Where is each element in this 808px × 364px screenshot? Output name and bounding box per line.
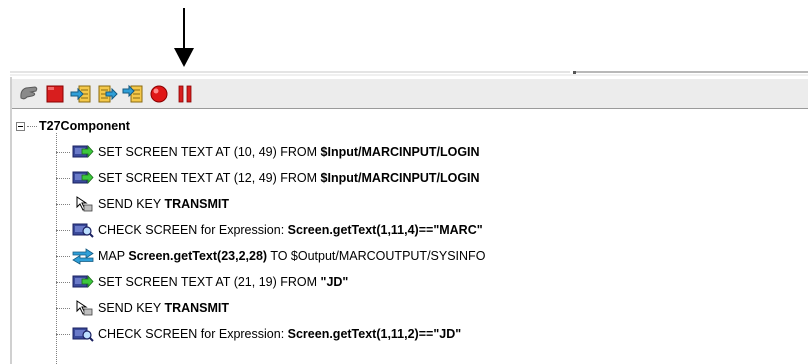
component-tree: T27Component SET SCREEN TEXT AT (10, 49)… <box>12 111 808 364</box>
step-over-button[interactable] <box>96 83 118 105</box>
tree-row[interactable]: SET SCREEN TEXT AT (10, 49) FROM $Input/… <box>56 139 480 165</box>
step-over-icon <box>98 85 118 102</box>
debug-toolbar <box>12 79 808 109</box>
check-screen-icon <box>72 325 94 343</box>
tree-connector <box>56 177 70 179</box>
tree-connector <box>56 281 70 283</box>
stop-icon <box>46 85 64 102</box>
row-text: SET SCREEN TEXT AT (21, 19) FROM <box>98 275 321 289</box>
pointer-icon <box>20 85 38 99</box>
row-text: MAP <box>98 249 129 263</box>
tree-row[interactable]: CHECK SCREEN for Expression: Screen.getT… <box>56 321 461 347</box>
record-icon <box>150 85 168 102</box>
collapse-toggle[interactable] <box>16 121 25 131</box>
row-bold-text: $Input/MARCINPUT/LOGIN <box>320 145 480 159</box>
step-into-icon <box>70 85 91 102</box>
tree-root[interactable]: T27Component <box>16 117 130 135</box>
tree-connector <box>56 255 70 257</box>
tree-connector <box>27 125 37 127</box>
tree-connector <box>56 151 70 153</box>
row-bold-text: "JD" <box>320 275 349 289</box>
send-key-icon <box>72 299 94 317</box>
set-screen-icon <box>72 143 94 161</box>
check-screen-icon <box>72 221 94 239</box>
step-out-icon <box>122 84 143 102</box>
stop-button[interactable] <box>44 83 66 105</box>
step-into-button[interactable] <box>70 83 92 105</box>
row-text: CHECK SCREEN for Expression: <box>98 223 288 237</box>
row-bold-text: Screen.getText(1,11,2)=="JD" <box>287 327 462 341</box>
row-bold-text: TRANSMIT <box>164 197 230 211</box>
pause-button[interactable] <box>174 83 196 105</box>
set-screen-icon <box>72 273 94 291</box>
tree-row[interactable]: SEND KEY TRANSMIT <box>56 191 229 217</box>
tree-connector <box>56 229 70 231</box>
tree-row[interactable]: SET SCREEN TEXT AT (21, 19) FROM "JD" <box>56 269 348 295</box>
tree-row[interactable]: MAP Screen.getText(23,2,28) TO $Output/M… <box>56 243 485 269</box>
row-text: SET SCREEN TEXT AT (12, 49) FROM <box>98 171 321 185</box>
row-text: CHECK SCREEN for Expression: <box>98 327 288 341</box>
tree-connector <box>56 307 70 309</box>
pause-icon <box>178 85 192 102</box>
tree-connector <box>56 203 70 205</box>
send-key-icon <box>72 195 94 213</box>
root-label: T27Component <box>39 119 130 133</box>
tree-row[interactable]: SET SCREEN TEXT AT (12, 49) FROM $Input/… <box>56 165 480 191</box>
map-icon <box>72 247 94 265</box>
row-bold-text: Screen.getText(23,2,28) <box>128 249 268 263</box>
step-out-button[interactable] <box>122 83 144 105</box>
row-text: SEND KEY <box>98 301 165 315</box>
set-screen-icon <box>72 169 94 187</box>
row-suffix: TO $Output/MARCOUTPUT/SYSINFO <box>267 249 486 263</box>
window-top-border <box>10 71 808 76</box>
row-bold-text: TRANSMIT <box>164 301 230 315</box>
row-text: SET SCREEN TEXT AT (10, 49) FROM <box>98 145 321 159</box>
component-window: T27Component SET SCREEN TEXT AT (10, 49)… <box>10 71 808 364</box>
tree-row[interactable]: SEND KEY TRANSMIT <box>56 295 229 321</box>
row-text: SEND KEY <box>98 197 165 211</box>
pointer-button[interactable] <box>18 83 40 105</box>
record-button[interactable] <box>148 83 170 105</box>
annotation-arrow <box>174 8 194 67</box>
tree-row[interactable]: CHECK SCREEN for Expression: Screen.getT… <box>56 217 483 243</box>
tree-connector <box>56 333 70 335</box>
cropped-caption <box>98 0 248 4</box>
row-bold-text: $Input/MARCINPUT/LOGIN <box>320 171 480 185</box>
row-bold-text: Screen.getText(1,11,4)=="MARC" <box>287 223 483 237</box>
